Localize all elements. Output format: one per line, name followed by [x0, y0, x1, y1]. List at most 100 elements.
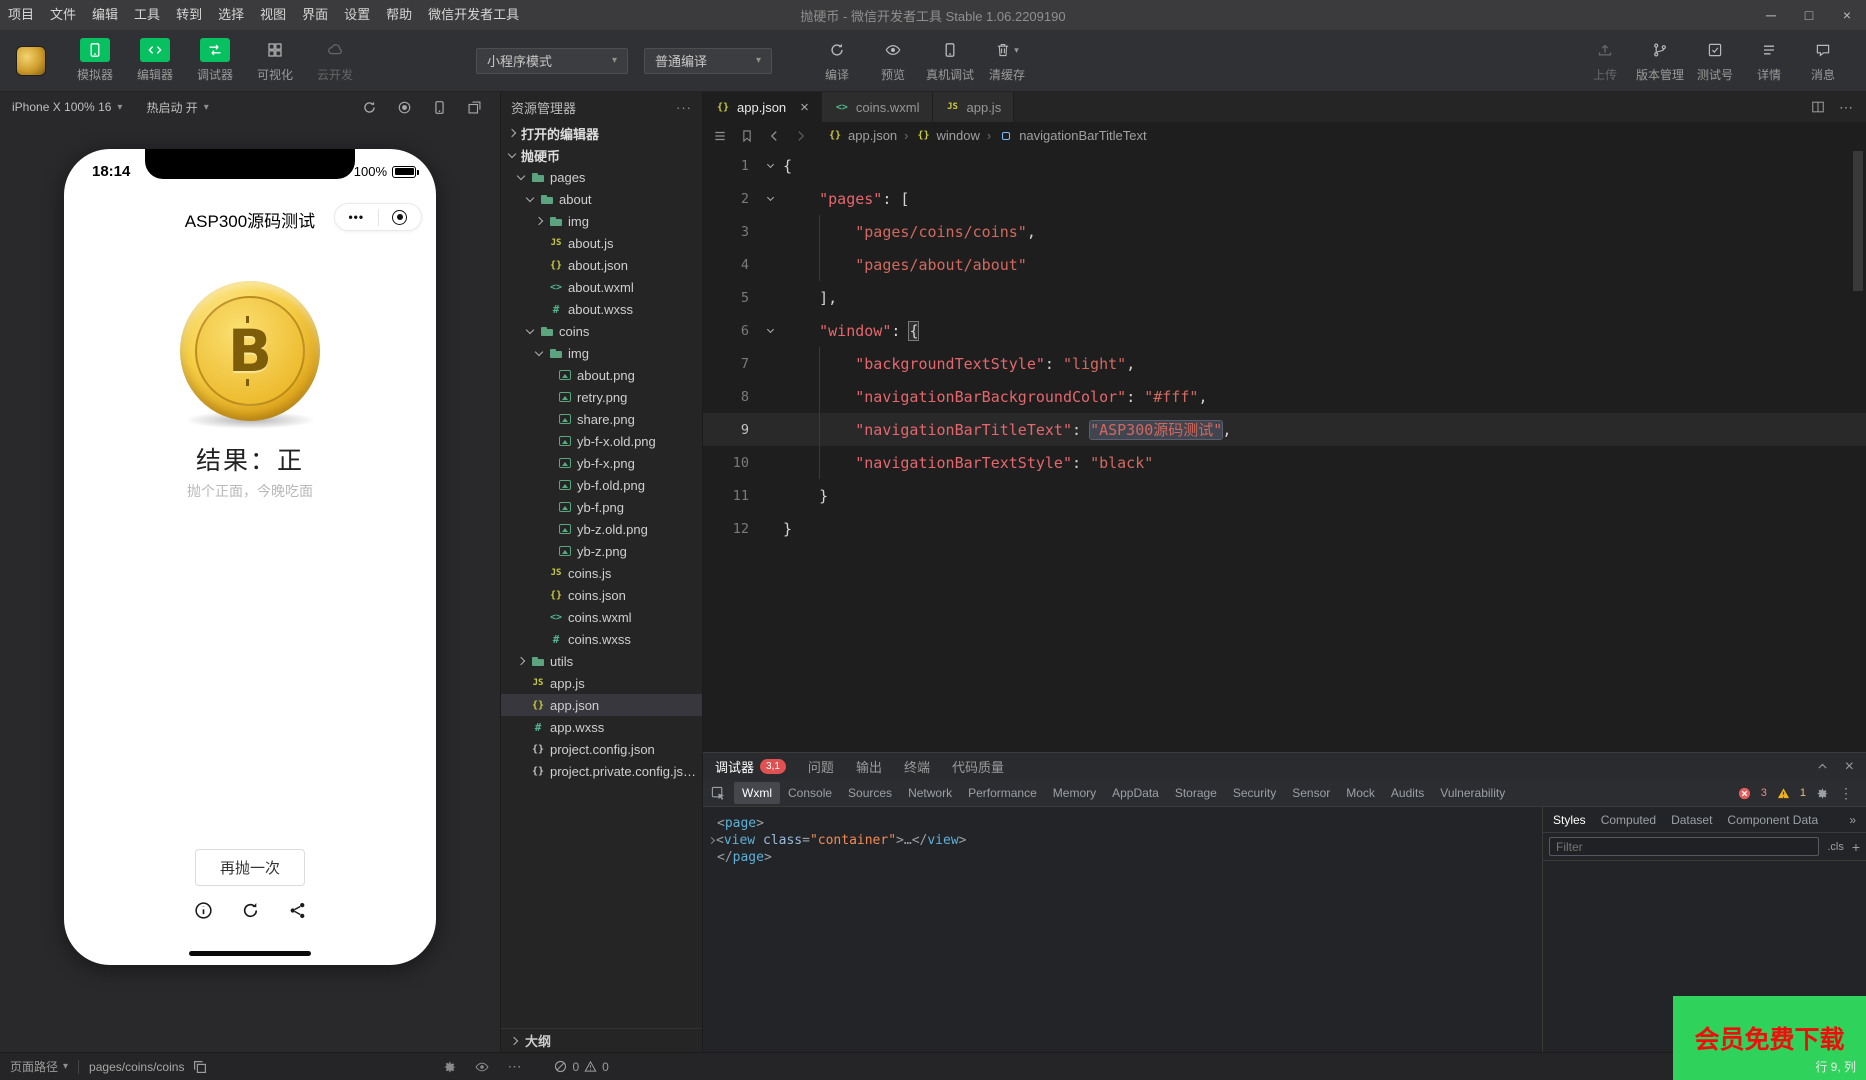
restart-icon[interactable] [362, 100, 377, 115]
code-line[interactable]: 7 "backgroundTextStyle": "light", [703, 347, 1866, 380]
more-actions-icon[interactable]: ··· [676, 100, 692, 115]
devtools-tab-wxml[interactable]: Wxml [734, 782, 780, 804]
file-row[interactable]: yb-f.png [501, 496, 702, 518]
clear-cache-button[interactable]: ▾清缓存 [984, 38, 1030, 83]
debugger-tab[interactable]: 问题 [808, 757, 834, 776]
file-row[interactable]: yb-f.old.png [501, 474, 702, 496]
file-row[interactable]: app.json [501, 694, 702, 716]
file-row[interactable]: yb-z.png [501, 540, 702, 562]
dom-node[interactable]: </page> [707, 849, 1538, 866]
split-editor-icon[interactable] [1811, 100, 1825, 114]
menu-item[interactable]: 工具 [126, 0, 168, 30]
devtools-tab-mock[interactable]: Mock [1338, 782, 1383, 804]
devtools-tab-network[interactable]: Network [900, 782, 960, 804]
refresh-icon[interactable] [241, 901, 260, 920]
compile-mode-dropdown[interactable]: 普通编译 ▾ [644, 48, 772, 74]
code-line[interactable]: 3 "pages/coins/coins", [703, 215, 1866, 248]
code-line[interactable]: 8 "navigationBarBackgroundColor": "#fff"… [703, 380, 1866, 413]
minimize-icon[interactable]: ─ [1752, 0, 1790, 30]
close-capsule-icon[interactable] [379, 210, 422, 225]
debugger-tab[interactable]: 输出 [856, 757, 882, 776]
more-icons[interactable]: ⋯ [507, 1058, 522, 1075]
cloud-dev-button[interactable]: 云开发 [312, 38, 358, 83]
devtools-tab-audits[interactable]: Audits [1383, 782, 1432, 804]
file-row[interactable]: yb-f-x.png [501, 452, 702, 474]
device-selector[interactable]: iPhone X 100% 16 ▾ [12, 100, 122, 114]
code-line[interactable]: 1{ [703, 149, 1866, 182]
debugger-tab[interactable]: 调试器3,1 [715, 757, 786, 776]
folder-row[interactable]: coins [501, 320, 702, 342]
gear-icon[interactable] [1816, 787, 1829, 800]
cls-toggle[interactable]: .cls [1827, 841, 1844, 853]
styles-tab-computed[interactable]: Computed [1601, 813, 1656, 827]
devtools-tab-security[interactable]: Security [1225, 782, 1284, 804]
code-line[interactable]: 11 } [703, 479, 1866, 512]
menu-item[interactable]: 编辑 [84, 0, 126, 30]
page-path-dropdown[interactable]: 页面路径 ▾ [10, 1058, 68, 1075]
menu-item[interactable]: 选择 [210, 0, 252, 30]
overflow-tabs-icon[interactable]: » [1849, 813, 1856, 827]
menu-item[interactable]: 视图 [252, 0, 294, 30]
code-line[interactable]: 2 "pages": [ [703, 182, 1866, 215]
breadcrumb-item[interactable]: app.json [827, 128, 897, 144]
project-avatar[interactable] [16, 46, 46, 76]
preview-button[interactable]: 预览 [870, 38, 916, 83]
file-row[interactable]: retry.png [501, 386, 702, 408]
more-actions-icon[interactable]: ⋯ [1839, 99, 1854, 116]
compile-button[interactable]: 编译 [814, 38, 860, 83]
detach-window-icon[interactable] [467, 100, 482, 115]
devtools-tab-performance[interactable]: Performance [960, 782, 1045, 804]
outline-section[interactable]: 大纲 [501, 1028, 702, 1052]
editor-tab[interactable]: app.json× [703, 92, 822, 122]
add-style-icon[interactable]: + [1852, 840, 1860, 854]
bookmark-icon[interactable] [740, 129, 754, 143]
editor-scrollbar[interactable] [1853, 151, 1863, 291]
menu-item[interactable]: 界面 [294, 0, 336, 30]
test-account-button[interactable]: 测试号 [1692, 38, 1738, 83]
code-line[interactable]: 9 "navigationBarTitleText": "ASP300源码测试"… [703, 413, 1866, 446]
preview-icon[interactable] [475, 1060, 489, 1074]
section-row[interactable]: 抛硬币 [501, 144, 702, 166]
styles-tab-dataset[interactable]: Dataset [1671, 813, 1712, 827]
code-line[interactable]: 4 "pages/about/about" [703, 248, 1866, 281]
file-row[interactable]: about.wxss [501, 298, 702, 320]
device-rotate-icon[interactable] [432, 100, 447, 115]
menu-item[interactable]: 微信开发者工具 [420, 0, 527, 30]
code-line[interactable]: 10 "navigationBarTextStyle": "black" [703, 446, 1866, 479]
remote-debug-button[interactable]: 真机调试 [926, 38, 974, 83]
folder-row[interactable]: pages [501, 166, 702, 188]
problem-counts[interactable]: 0 0 [554, 1060, 608, 1074]
devtools-tab-sensor[interactable]: Sensor [1284, 782, 1338, 804]
folder-row[interactable]: utils [501, 650, 702, 672]
file-row[interactable]: yb-f-x.old.png [501, 430, 702, 452]
menu-item[interactable]: 帮助 [378, 0, 420, 30]
file-row[interactable]: about.js [501, 232, 702, 254]
styles-tab-styles[interactable]: Styles [1553, 813, 1586, 827]
devtools-tab-memory[interactable]: Memory [1045, 782, 1104, 804]
folder-row[interactable]: about [501, 188, 702, 210]
code-line[interactable]: 5 ], [703, 281, 1866, 314]
file-row[interactable]: coins.wxss [501, 628, 702, 650]
code-editor[interactable]: 1{2 "pages": [3 "pages/coins/coins",4 "p… [703, 149, 1866, 752]
share-icon[interactable] [288, 901, 307, 920]
more-options-icon[interactable]: ⋮ [1839, 785, 1854, 802]
more-menu-icon[interactable]: ••• [335, 211, 378, 223]
record-icon[interactable] [397, 100, 412, 115]
simulator-button[interactable]: 模拟器 [72, 38, 118, 83]
file-row[interactable]: about.wxml [501, 276, 702, 298]
close-icon[interactable]: × [800, 100, 809, 115]
upload-button[interactable]: 上传 [1582, 38, 1628, 83]
retry-button[interactable]: 再抛一次 [195, 849, 305, 886]
editor-tab[interactable]: coins.wxml [822, 92, 933, 122]
editor-button[interactable]: 编辑器 [132, 38, 178, 83]
styles-tab-component-data[interactable]: Component Data [1727, 813, 1818, 827]
mode-dropdown[interactable]: 小程序模式 ▾ [476, 48, 628, 74]
debugger-button[interactable]: 调试器 [192, 38, 238, 83]
collapse-panel-icon[interactable] [1816, 760, 1829, 773]
file-row[interactable]: coins.js [501, 562, 702, 584]
editor-tab[interactable]: app.js [933, 92, 1015, 122]
close-icon[interactable]: × [1828, 0, 1866, 30]
details-button[interactable]: 详情 [1746, 38, 1792, 83]
file-row[interactable]: share.png [501, 408, 702, 430]
file-row[interactable]: yb-z.old.png [501, 518, 702, 540]
